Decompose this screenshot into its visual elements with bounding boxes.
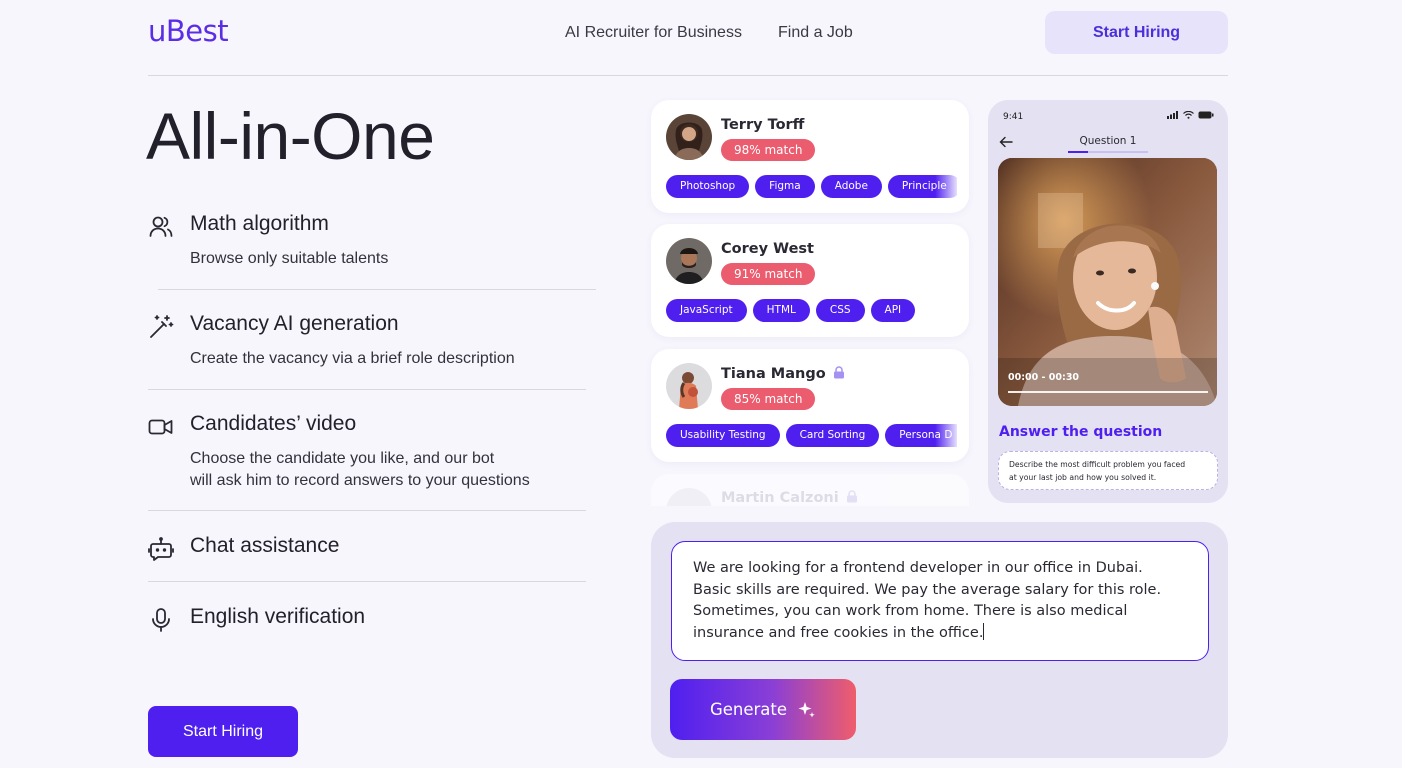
candidate-name-text: Martin Calzoni — [721, 490, 839, 506]
vacancy-text-line: Basic skills are required. We pay the av… — [693, 581, 1162, 598]
video-timecode: 00:00 - 00:30 — [1008, 372, 1080, 383]
match-badge: 91% match — [721, 263, 816, 285]
feature-title: Vacancy AI generation — [190, 312, 399, 335]
users-icon — [148, 214, 174, 240]
lock-icon — [833, 366, 844, 379]
skill-tag: CSS — [815, 299, 865, 322]
tags-fade-overlay — [935, 419, 969, 453]
microphone-icon — [148, 607, 174, 633]
chat-bot-icon — [148, 536, 174, 562]
skill-tags: Photoshop Figma Adobe Principle — [666, 175, 957, 198]
skill-tag: Figma — [755, 175, 815, 198]
vacancy-text-line: insurance and free cookies in the office… — [693, 624, 984, 641]
feature-desc: Create the vacancy via a brief role desc… — [190, 350, 515, 367]
tags-fade-overlay — [935, 170, 969, 204]
skill-tag: Adobe — [820, 175, 882, 198]
candidate-card-faded: Martin Calzoni — [651, 474, 969, 506]
match-badge: 85% match — [721, 388, 816, 410]
signal-icon — [1167, 111, 1178, 119]
candidate-name: Tiana Mango — [721, 366, 845, 382]
vacancy-text-line: We are looking for a frontend developer … — [693, 560, 1143, 576]
candidate-avatar — [666, 488, 712, 506]
vacancy-text-line: Sometimes, you can work from home. There… — [693, 603, 1128, 620]
match-badge: 98% match — [721, 139, 816, 161]
feature-desc: Browse only suitable talents — [190, 250, 389, 267]
candidate-video[interactable]: 00:00 - 00:30 — [998, 158, 1217, 406]
vacancy-description-textarea[interactable]: We are looking for a frontend developer … — [671, 541, 1209, 661]
vacancy-generator-panel: We are looking for a frontend developer … — [651, 522, 1228, 758]
candidate-card[interactable]: Terry Torff 98% match Photoshop Figma Ad… — [651, 100, 969, 213]
question-label: Question 1 — [1079, 135, 1137, 147]
skill-tags: JavaScript HTML CSS API — [666, 299, 957, 322]
skill-tags: Usability Testing Card Sorting Persona D — [666, 424, 957, 447]
feature-divider — [148, 581, 586, 582]
text-caret — [983, 622, 985, 640]
candidate-card[interactable]: Corey West 91% match JavaScript HTML CSS… — [651, 224, 969, 337]
magic-wand-icon — [148, 314, 174, 340]
nav-find-job-link[interactable]: Find a Job — [778, 24, 853, 42]
question-progress-fill — [1068, 151, 1088, 153]
lock-icon — [846, 490, 857, 503]
answer-heading: Answer the question — [999, 424, 1163, 440]
skill-tag: Photoshop — [666, 175, 750, 198]
ubest-logo[interactable]: uBest — [148, 14, 229, 48]
sparkle-icon — [798, 701, 815, 718]
skill-tag: Card Sorting — [785, 424, 880, 447]
candidate-name-text: Tiana Mango — [721, 366, 826, 382]
question-prompt-box: Describe the most difficult problem you … — [998, 451, 1218, 490]
feature-desc: Choose the candidate you like, and our b… — [190, 448, 530, 492]
nav-ai-recruiter-link[interactable]: AI Recruiter for Business — [565, 24, 742, 42]
feature-title: Candidates’ video — [190, 412, 357, 435]
candidate-name: Terry Torff — [721, 117, 805, 133]
video-camera-icon — [148, 414, 174, 440]
candidate-card[interactable]: Tiana Mango 85% match Usability Testing … — [651, 349, 969, 462]
skill-tag: API — [870, 299, 916, 322]
generate-button-label: Generate — [709, 700, 788, 719]
video-progress-bar[interactable] — [1008, 391, 1208, 393]
status-icons — [1167, 111, 1214, 119]
skill-tag: Usability Testing — [666, 424, 780, 447]
feature-divider — [148, 389, 586, 390]
skill-tag: JavaScript — [666, 299, 747, 322]
phone-mockup: 9:41 Question 1 00:00 - 00:30 Answer the… — [988, 100, 1228, 503]
feature-divider — [148, 510, 586, 511]
feature-desc-line: Choose the candidate you like, and our b… — [190, 450, 495, 467]
hero-title: All-in-One — [146, 99, 435, 173]
header-start-hiring-button[interactable]: Start Hiring — [1045, 11, 1228, 54]
wifi-icon — [1183, 111, 1194, 119]
header-divider — [148, 75, 1228, 76]
status-time: 9:41 — [1003, 112, 1024, 122]
candidate-name: Martin Calzoni — [721, 490, 858, 506]
candidate-avatar — [666, 114, 712, 160]
feature-title: Chat assistance — [190, 534, 340, 557]
candidate-avatar — [666, 238, 712, 284]
feature-title: English verification — [190, 605, 366, 628]
candidate-avatar — [666, 363, 712, 409]
generate-button[interactable]: Generate — [670, 679, 856, 740]
candidate-name: Corey West — [721, 241, 814, 257]
question-prompt-line: at your last job and how you solved it. — [1009, 472, 1157, 482]
hero-start-hiring-button[interactable]: Start Hiring — [148, 706, 298, 757]
question-prompt-line: Describe the most difficult problem you … — [1009, 460, 1186, 469]
feature-desc-line: will ask him to record answers to your q… — [190, 472, 530, 489]
skill-tag: HTML — [752, 299, 810, 322]
battery-icon — [1198, 111, 1214, 119]
feature-divider — [158, 289, 596, 290]
feature-title: Math algorithm — [190, 212, 329, 235]
